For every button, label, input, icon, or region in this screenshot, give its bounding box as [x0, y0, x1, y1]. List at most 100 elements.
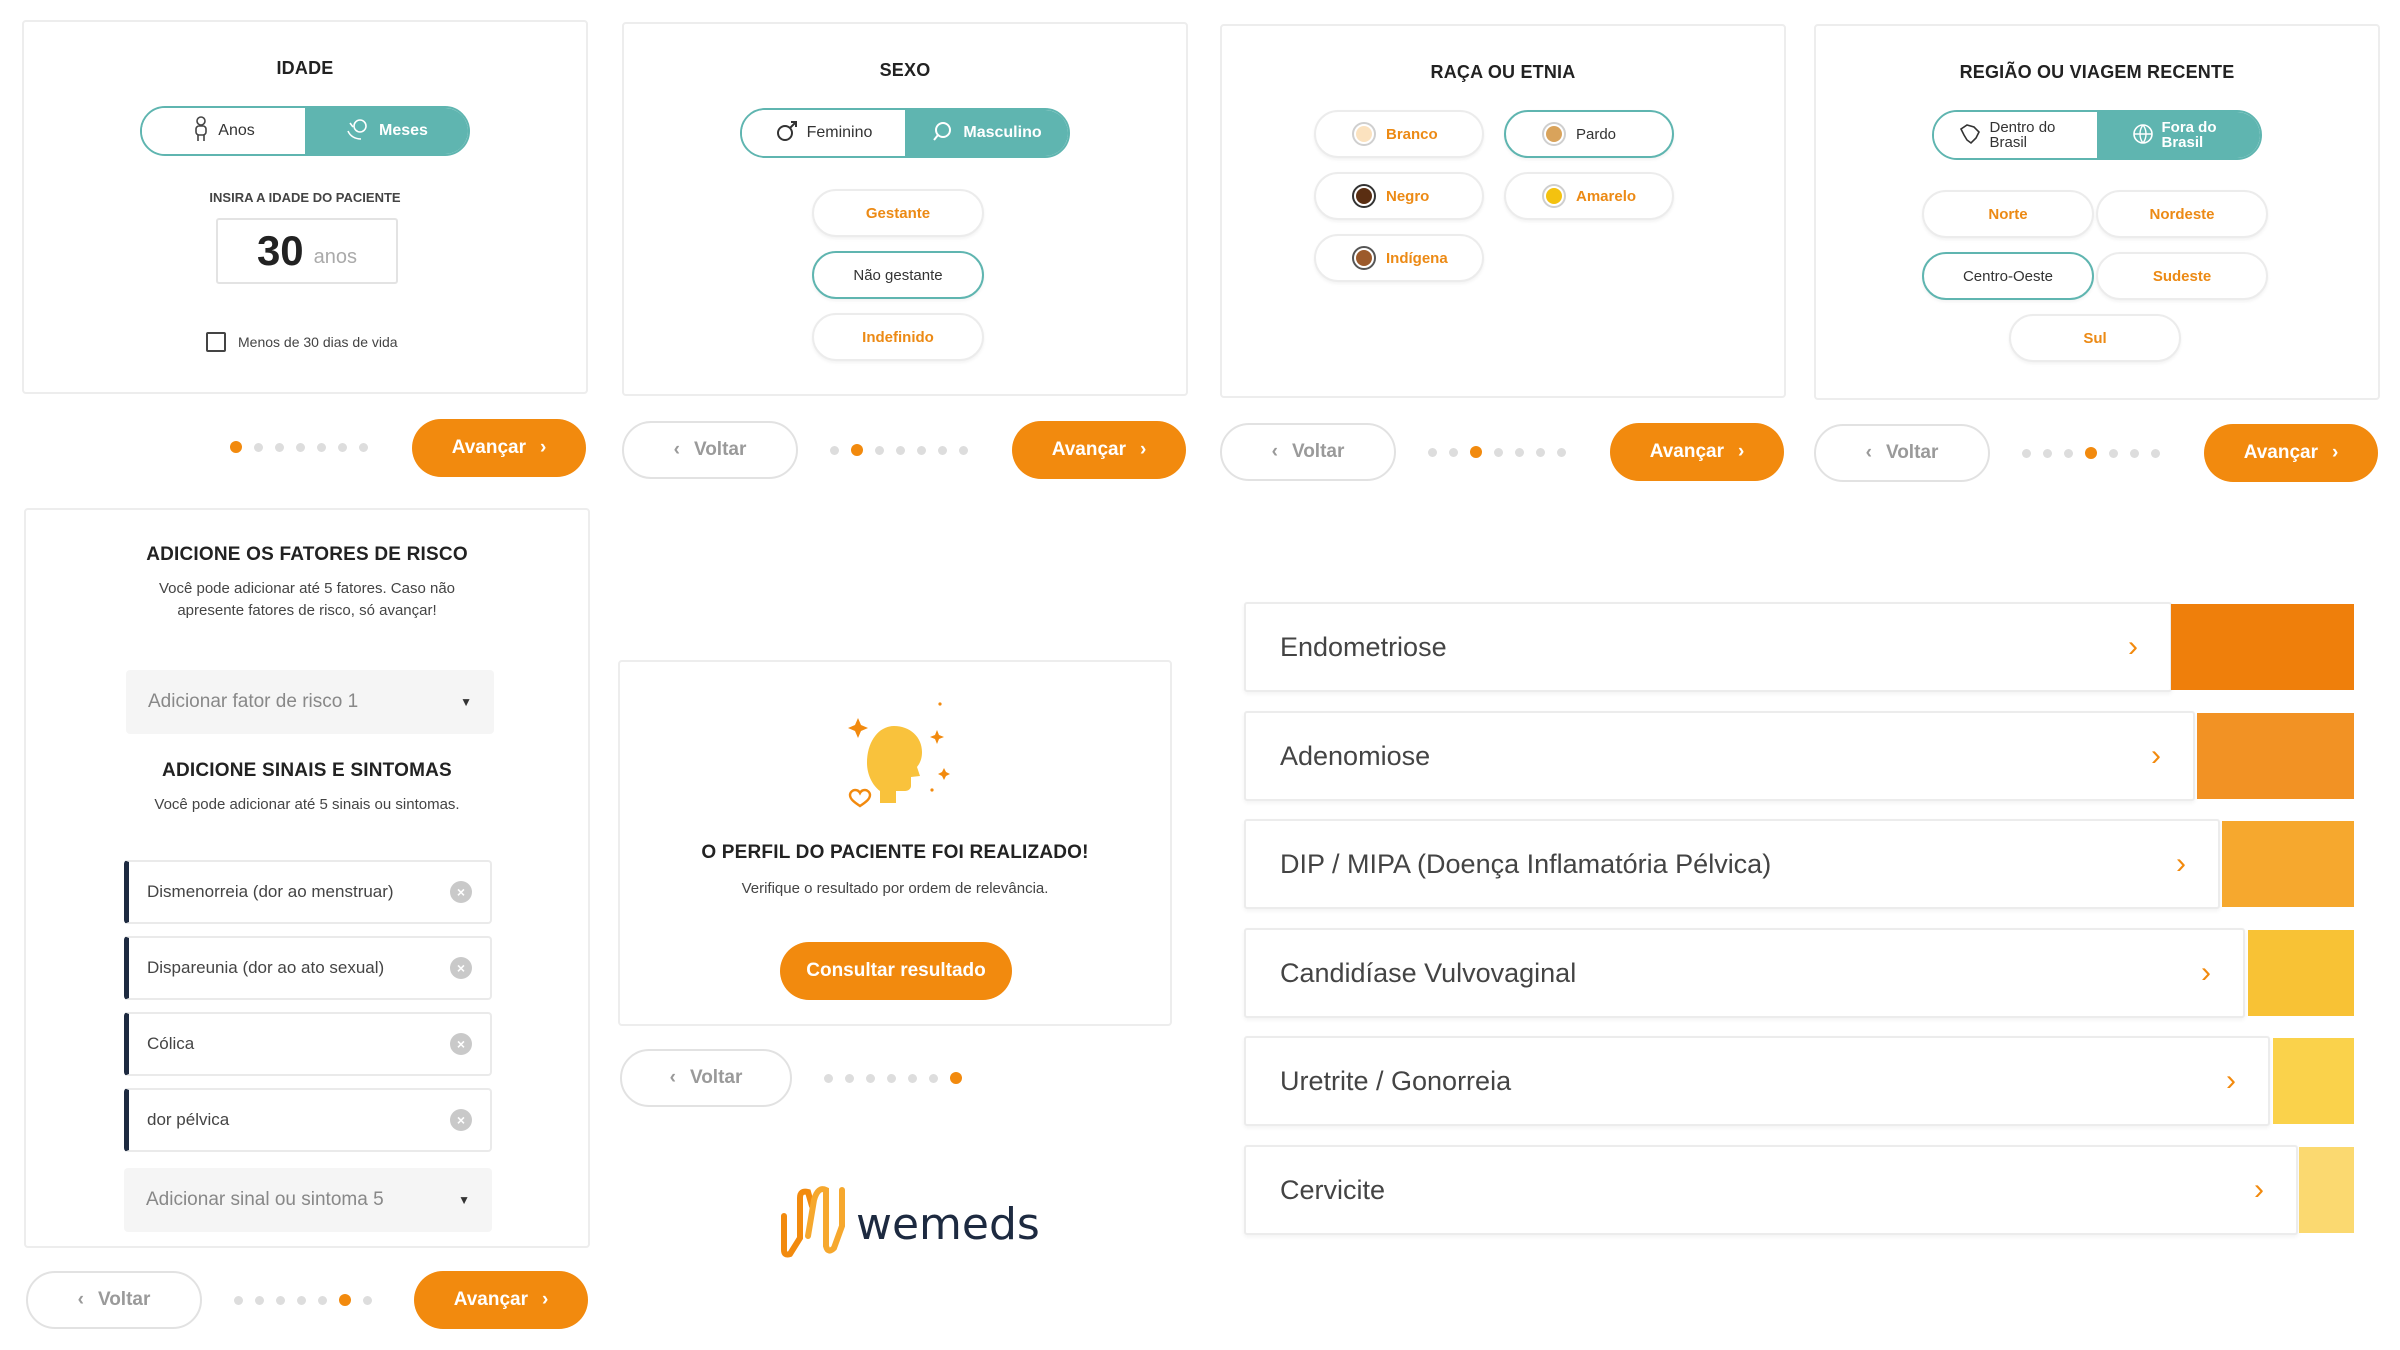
symptom-label: Dispareunia (dor ao ato sexual)	[147, 958, 385, 977]
pagination-dot	[851, 444, 863, 456]
baby-icon	[345, 117, 371, 146]
age-unit-toggle[interactable]: Anos Meses	[140, 106, 470, 156]
race-option-indigena[interactable]: Indígena	[1314, 234, 1484, 282]
newborn-checkbox-row[interactable]: Menos de 30 dias de vida	[206, 332, 398, 352]
chevron-left-icon: ‹	[1865, 442, 1872, 463]
next-button-label: Avançar	[453, 1289, 528, 1310]
male-symbol-icon	[931, 119, 955, 148]
pagination-step-2	[830, 444, 968, 456]
result-item[interactable]: DIP / MIPA (Doença Inflamatória Pélvica)…	[1244, 819, 2220, 909]
sex-option-gestante[interactable]: Gestante	[812, 189, 984, 237]
remove-icon[interactable]: ×	[450, 881, 472, 903]
result-item[interactable]: Candidíase Vulvovaginal ›	[1244, 928, 2245, 1018]
sex-male-label: Masculino	[963, 124, 1042, 141]
back-button[interactable]: ‹ Voltar	[1814, 424, 1990, 482]
region-toggle[interactable]: Dentro do Brasil Fora do Brasil	[1932, 110, 2262, 160]
region-inside-option[interactable]: Dentro do Brasil	[1934, 112, 2097, 158]
pagination-dot	[959, 445, 968, 455]
age-unit-years-option[interactable]: Anos	[142, 108, 305, 154]
chevron-right-icon: ›	[2226, 1064, 2236, 1097]
region-card: REGIÃO OU VIAGEM RECENTE Dentro do Brasi…	[1814, 24, 2380, 400]
race-option-label: Branco	[1386, 125, 1438, 143]
pagination-step-7	[824, 1072, 962, 1084]
region-option-centro-oeste[interactable]: Centro-Oeste	[1922, 252, 2094, 300]
result-item[interactable]: Cervicite ›	[1244, 1145, 2298, 1235]
sex-option-indefinido[interactable]: Indefinido	[812, 313, 984, 361]
pagination-dot	[317, 442, 326, 452]
remove-icon[interactable]: ×	[450, 1109, 472, 1131]
remove-icon[interactable]: ×	[450, 957, 472, 979]
region-option-norte[interactable]: Norte	[1922, 190, 2094, 238]
pagination-dot	[318, 1295, 327, 1305]
result-item[interactable]: Uretrite / Gonorreia ›	[1244, 1036, 2270, 1126]
chevron-left-icon: ‹	[77, 1289, 84, 1310]
back-button[interactable]: ‹ Voltar	[1220, 423, 1396, 481]
pagination-dot	[296, 442, 305, 452]
pagination-dot	[2130, 448, 2139, 458]
sex-option-nao-gestante[interactable]: Não gestante	[812, 251, 984, 299]
sex-male-option[interactable]: Masculino	[905, 110, 1068, 156]
pagination-dot	[275, 442, 284, 452]
pagination-dot	[845, 1073, 854, 1083]
age-unit-months-option[interactable]: Meses	[305, 108, 468, 154]
color-swatch-icon	[1352, 122, 1376, 146]
chevron-right-icon: ›	[1737, 441, 1745, 462]
chevron-right-icon: ›	[2254, 1173, 2264, 1206]
next-button[interactable]: Avançar ›	[1610, 423, 1784, 481]
pagination-dot	[338, 442, 347, 452]
chevron-left-icon: ‹	[1271, 441, 1278, 462]
race-title: RAÇA OU ETNIA	[1430, 62, 1576, 82]
pagination-dot	[1494, 447, 1503, 457]
remove-icon[interactable]: ×	[450, 1033, 472, 1055]
pagination-dot	[359, 442, 368, 452]
back-button[interactable]: ‹ Voltar	[622, 421, 798, 479]
relevance-bar	[2171, 604, 2354, 690]
next-button[interactable]: Avançar ›	[414, 1271, 588, 1329]
risk-subtitle: Você pode adicionar até 5 fatores. Caso …	[158, 580, 456, 619]
sex-toggle[interactable]: Feminino Masculino	[740, 108, 1070, 158]
caret-down-icon: ▼	[458, 1193, 470, 1207]
race-card: RAÇA OU ETNIA Branco Pardo Negro Amarelo…	[1220, 24, 1786, 398]
color-swatch-icon	[1352, 246, 1376, 270]
view-result-button[interactable]: Consultar resultado	[780, 942, 1012, 1000]
next-button[interactable]: Avançar ›	[1012, 421, 1186, 479]
pagination-dot	[234, 1295, 243, 1305]
next-button-label: Avançar	[1051, 439, 1126, 460]
race-option-pardo[interactable]: Pardo	[1504, 110, 1674, 158]
pagination-dot	[824, 1073, 833, 1083]
sex-female-option[interactable]: Feminino	[742, 110, 905, 156]
age-input[interactable]: 30 anos	[216, 218, 398, 284]
next-button[interactable]: Avançar ›	[412, 419, 586, 477]
pagination-dot	[917, 445, 926, 455]
pagination-step-3	[1428, 446, 1566, 458]
race-option-amarelo[interactable]: Amarelo	[1504, 172, 1674, 220]
age-unit-months-label: Meses	[379, 122, 428, 139]
result-item[interactable]: Adenomiose ›	[1244, 711, 2195, 801]
pagination-dot	[929, 1073, 938, 1083]
chevron-left-icon: ‹	[673, 439, 680, 460]
chevron-right-icon: ›	[541, 1289, 549, 1310]
pagination-dot	[1557, 447, 1566, 457]
back-button[interactable]: ‹ Voltar	[620, 1049, 792, 1107]
chevron-right-icon: ›	[2151, 739, 2161, 772]
next-button[interactable]: Avançar ›	[2204, 424, 2378, 482]
symptom-select[interactable]: Adicionar sinal ou sintoma 5 ▼	[124, 1168, 492, 1232]
pagination-dot	[896, 445, 905, 455]
back-button[interactable]: ‹ Voltar	[26, 1271, 202, 1329]
caret-down-icon: ▼	[460, 695, 472, 709]
risk-factor-select[interactable]: Adicionar fator de risco 1 ▼	[126, 670, 494, 734]
region-option-nordeste[interactable]: Nordeste	[2096, 190, 2268, 238]
person-icon	[192, 115, 210, 147]
chevron-right-icon: ›	[2128, 630, 2138, 663]
region-outside-option[interactable]: Fora do Brasil	[2097, 112, 2260, 158]
result-item[interactable]: Endometriose ›	[1244, 602, 2172, 692]
pagination-dot	[2064, 448, 2073, 458]
pagination-step-1	[230, 441, 368, 453]
age-value: 30	[256, 227, 304, 274]
region-option-sudeste[interactable]: Sudeste	[2096, 252, 2268, 300]
race-option-negro[interactable]: Negro	[1314, 172, 1484, 220]
race-option-branco[interactable]: Branco	[1314, 110, 1484, 158]
region-option-sul[interactable]: Sul	[2009, 314, 2181, 362]
newborn-checkbox[interactable]	[206, 332, 226, 352]
age-unit-years-label: Anos	[218, 122, 255, 139]
